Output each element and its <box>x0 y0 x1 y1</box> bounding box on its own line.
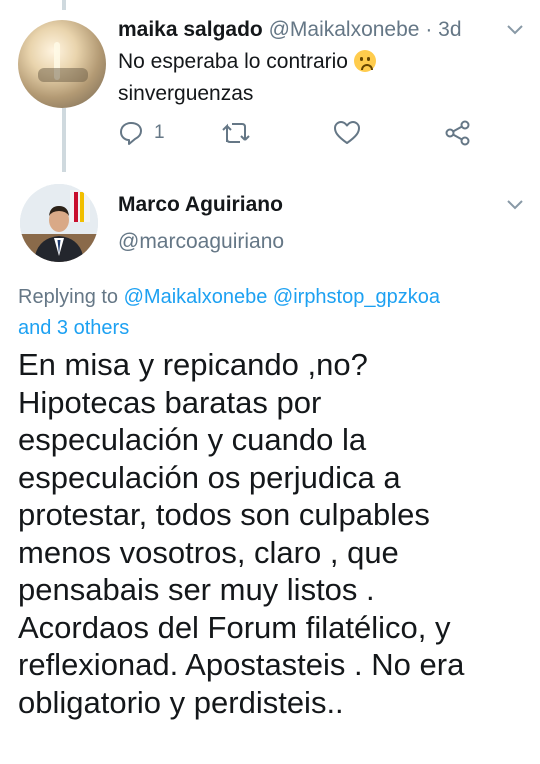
mention-link[interactable]: @Maikalxonebe <box>124 286 268 308</box>
tweet2-text-line: especulación os perjudica a <box>18 459 401 495</box>
retweet-icon <box>222 123 250 143</box>
tweet1-author-handle[interactable]: @Maikalxonebe <box>269 18 420 41</box>
tweet2-text-line: Acordaos del Forum filatélico, y <box>18 609 451 645</box>
thread-connector <box>62 108 66 172</box>
tweet1-header: maika salgado @Maikalxonebe · 3d <box>118 18 462 42</box>
avatar-marco-aguiriano[interactable] <box>20 184 98 262</box>
tweet2-text: En misa y repicando ,no? Hipotecas barat… <box>18 346 533 721</box>
heart-icon <box>334 121 360 144</box>
share-button[interactable] <box>444 120 472 146</box>
profile-photo <box>20 184 98 262</box>
tweet2-text-line: protestar, todos son culpables <box>18 497 430 532</box>
thread-line-top <box>62 0 66 10</box>
chevron-down-icon[interactable] <box>506 199 524 211</box>
share-icon <box>445 120 470 146</box>
tweet2-text-line: especulación y cuando la <box>18 422 367 457</box>
tweet1-author-name[interactable]: maika salgado <box>118 18 263 41</box>
tweet2-author-name[interactable]: Marco Aguiriano <box>118 193 283 217</box>
mention-link[interactable]: @irphstop_gpzkoa <box>273 286 440 308</box>
tweet1-timestamp[interactable]: 3d <box>438 18 461 41</box>
chevron-down-icon[interactable] <box>506 24 524 36</box>
tweet2-author-handle[interactable]: @marcoaguiriano <box>118 230 284 254</box>
tweet2-text-line: pensabais ser muy listos . <box>18 572 375 607</box>
avatar-maika-salgado[interactable] <box>18 20 106 108</box>
retweet-button[interactable] <box>220 120 252 146</box>
reply-button[interactable]: 1 <box>118 120 165 146</box>
tweet2-text-line: reflexionad. Apostasteis . No era <box>18 647 465 682</box>
replying-to-label: Replying to <box>18 286 119 308</box>
tweet1-text-line2: sinverguenzas <box>118 82 254 105</box>
tweet1-text-line1: No esperaba lo contrario <box>118 50 348 73</box>
tweet1-text: No esperaba lo contrario sinverguenzas <box>118 46 498 110</box>
tweet2-text-line: En misa y repicando ,no? <box>18 347 368 382</box>
mention-others-link[interactable]: and 3 others <box>18 317 129 339</box>
reply-icon <box>120 122 142 145</box>
worried-face-emoji-icon <box>353 50 376 72</box>
reply-count: 1 <box>154 122 165 143</box>
tweet1-separator: · <box>425 18 439 41</box>
like-button[interactable] <box>333 120 361 146</box>
replying-to: Replying to @Maikalxonebe @irphstop_gpzk… <box>18 282 528 344</box>
tweet2-text-line: menos vosotros, claro , que <box>18 534 399 570</box>
tweet2-text-line: Hipotecas baratas por <box>18 384 322 420</box>
tweet2-text-line: obligatorio y perdisteis.. <box>18 684 344 720</box>
tweet1-actions: 1 <box>118 120 478 150</box>
